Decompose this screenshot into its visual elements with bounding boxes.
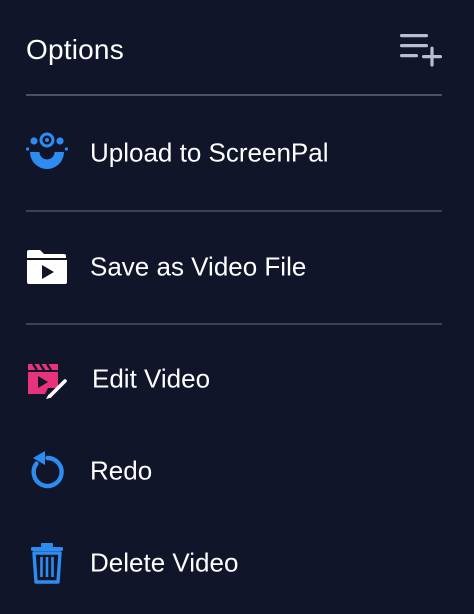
header-divider xyxy=(26,94,442,96)
upload-to-screenpal-label: Upload to ScreenPal xyxy=(90,137,329,168)
upload-to-screenpal-option[interactable]: Upload to ScreenPal xyxy=(26,123,442,183)
options-panel: Options Upload to ScreenPal Save as Vide… xyxy=(0,0,474,614)
divider xyxy=(26,323,442,325)
delete-video-option[interactable]: Delete Video xyxy=(26,533,442,593)
edit-video-option[interactable]: Edit Video xyxy=(26,349,442,409)
delete-video-label: Delete Video xyxy=(90,547,239,578)
redo-icon xyxy=(31,451,64,489)
edit-video-label: Edit Video xyxy=(92,363,211,394)
redo-label: Redo xyxy=(90,455,153,486)
add-to-list-icon[interactable] xyxy=(398,30,444,70)
divider xyxy=(26,210,442,212)
edit-video-icon xyxy=(28,363,67,399)
panel-title: Options xyxy=(26,34,124,65)
video-folder-icon xyxy=(27,250,67,284)
trash-icon xyxy=(31,543,63,584)
screenpal-logo-icon xyxy=(26,132,68,169)
panel-header: Options xyxy=(26,28,442,76)
redo-option[interactable]: Redo xyxy=(26,441,442,501)
save-as-video-file-option[interactable]: Save as Video File xyxy=(26,237,442,297)
save-as-video-file-label: Save as Video File xyxy=(90,251,307,282)
